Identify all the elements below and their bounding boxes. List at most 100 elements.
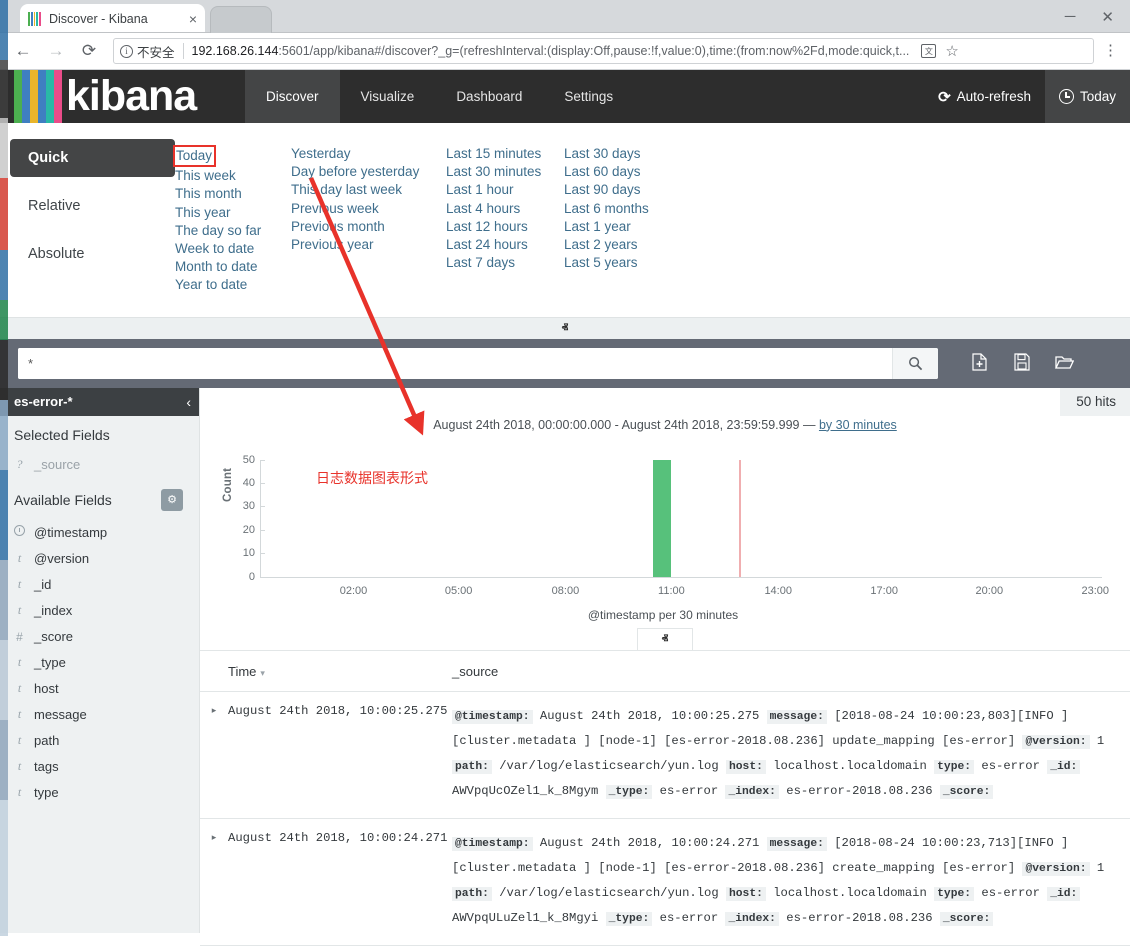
time-picker-button[interactable]: Today <box>1045 70 1130 123</box>
field-score[interactable]: # _score <box>0 624 199 650</box>
tab-discover[interactable]: Discover <box>245 70 340 123</box>
kibana-favicon-icon <box>28 12 42 26</box>
quick-range-last-12-hours[interactable]: Last 12 hours <box>446 218 564 236</box>
search-box[interactable] <box>18 348 938 379</box>
save-icon[interactable] <box>1013 353 1030 374</box>
quick-range-last-2-years[interactable]: Last 2 years <box>564 236 714 254</box>
field-message[interactable]: t message <box>0 702 199 728</box>
quick-range-last-6-months[interactable]: Last 6 months <box>564 200 714 218</box>
field-value: AWVpqULuZel1_k_8Mgyi <box>452 911 598 925</box>
quick-range-yesterday[interactable]: Yesterday <box>291 145 446 163</box>
query-bar-actions <box>971 353 1074 374</box>
index-pattern-name: es-error-* <box>14 394 73 409</box>
quick-range-last-30-minutes[interactable]: Last 30 minutes <box>446 163 564 181</box>
minimize-icon[interactable]: ─ <box>1065 8 1076 25</box>
quick-range-previous-week[interactable]: Previous week <box>291 200 446 218</box>
quick-range-previous-month[interactable]: Previous month <box>291 218 446 236</box>
chart-bar[interactable] <box>653 460 672 577</box>
auto-refresh-button[interactable]: ⟳ Auto-refresh <box>924 70 1045 123</box>
index-pattern-selector[interactable]: es-error-* ‹ <box>0 388 199 416</box>
back-icon[interactable]: ← <box>8 36 38 66</box>
field-value: es-error-2018.08.236 <box>786 784 932 798</box>
quick-range-this-day-last-week[interactable]: This day last week <box>291 181 446 199</box>
close-window-icon[interactable]: ✕ <box>1101 8 1114 26</box>
chart-y-axis-label: Count <box>222 467 234 501</box>
kibana-wordmark: kibana <box>66 75 196 118</box>
sidebar-collapse-icon[interactable]: ‹ <box>186 394 191 410</box>
address-bar[interactable]: i 不安全 192.168.26.144:5601/app/kibana#/di… <box>113 38 1094 64</box>
doc-table-collapse-button[interactable]: ⱏ <box>637 628 693 650</box>
quick-range-this-week[interactable]: This week <box>175 167 291 185</box>
row-time: August 24th 2018, 10:00:25.275 <box>228 704 452 804</box>
site-security-badge[interactable]: i 不安全 <box>120 42 175 61</box>
column-header-time[interactable]: Time▾ <box>200 664 452 679</box>
time-mode-absolute[interactable]: Absolute <box>10 235 175 273</box>
field-id[interactable]: t _id <box>0 572 199 598</box>
table-row[interactable]: ▸ August 24th 2018, 10:00:25.275 @timest… <box>200 692 1130 819</box>
field-index-label: _index <box>34 603 72 618</box>
tab-visualize[interactable]: Visualize <box>340 70 436 123</box>
chrome-menu-icon[interactable]: ⋮ <box>1099 47 1122 55</box>
quick-range-this-month[interactable]: This month <box>175 185 291 203</box>
quick-range-last-90-days[interactable]: Last 90 days <box>564 181 714 199</box>
field-type-meta[interactable]: t _type <box>0 650 199 676</box>
translate-icon[interactable]: 文 <box>921 44 936 58</box>
browser-tab[interactable]: Discover - Kibana × <box>20 4 205 33</box>
field-tags[interactable]: t tags <box>0 754 199 780</box>
time-mode-quick[interactable]: Quick <box>10 139 175 177</box>
open-icon[interactable] <box>1055 354 1074 373</box>
doc-table: Time▾ _source ▸ August 24th 2018, 10:00:… <box>200 650 1130 946</box>
interval-link[interactable]: by 30 minutes <box>819 418 897 432</box>
tab-dashboard[interactable]: Dashboard <box>435 70 543 123</box>
field-value: es-error <box>981 759 1040 773</box>
bookmark-star-icon[interactable]: ☆ <box>945 42 958 60</box>
quick-range-last-1-hour[interactable]: Last 1 hour <box>446 181 564 199</box>
time-mode-relative[interactable]: Relative <box>10 187 175 225</box>
field-id-label: _id <box>34 577 51 592</box>
field-path[interactable]: t path <box>0 728 199 754</box>
kibana-logo[interactable]: kibana <box>0 70 245 123</box>
quick-range-last-4-hours[interactable]: Last 4 hours <box>446 200 564 218</box>
row-expand-icon[interactable]: ▸ <box>200 831 228 931</box>
quick-range-today[interactable]: Today <box>173 145 216 167</box>
quick-range-last-1-year[interactable]: Last 1 year <box>564 218 714 236</box>
quick-range-last-5-years[interactable]: Last 5 years <box>564 254 714 272</box>
unknown-type-icon: ? <box>14 457 25 472</box>
quick-range-this-year[interactable]: This year <box>175 204 291 222</box>
new-search-icon[interactable] <box>971 353 988 374</box>
field-timestamp[interactable]: @timestamp <box>0 520 199 546</box>
quick-range-year-to-date[interactable]: Year to date <box>175 276 291 294</box>
time-picker-collapse-strip[interactable]: ⱏ <box>0 317 1130 339</box>
reload-icon[interactable]: ⟳ <box>74 36 104 66</box>
quick-range-month-to-date[interactable]: Month to date <box>175 258 291 276</box>
new-tab-button[interactable] <box>210 6 272 33</box>
table-row[interactable]: ▸ August 24th 2018, 10:00:24.271 @timest… <box>200 819 1130 946</box>
time-mode-quick-label: Quick <box>28 150 68 166</box>
quick-range-last-15-minutes[interactable]: Last 15 minutes <box>446 145 564 163</box>
field-key: _index: <box>725 785 778 799</box>
quick-range-week-to-date[interactable]: Week to date <box>175 240 291 258</box>
quick-range-last-24-hours[interactable]: Last 24 hours <box>446 236 564 254</box>
field-version[interactable]: t @version <box>0 546 199 572</box>
quick-range-the-day-so-far[interactable]: The day so far <box>175 222 291 240</box>
field-host[interactable]: t host <box>0 676 199 702</box>
row-expand-icon[interactable]: ▸ <box>200 704 228 804</box>
field-type[interactable]: t type <box>0 780 199 806</box>
gear-icon[interactable]: ⚙ <box>161 489 183 511</box>
quick-range-last-60-days[interactable]: Last 60 days <box>564 163 714 181</box>
field-key: _index: <box>725 912 778 926</box>
floppy-glyph <box>1013 353 1030 371</box>
time-picker-label: Today <box>1080 89 1116 104</box>
quick-range-previous-year[interactable]: Previous year <box>291 236 446 254</box>
tab-settings[interactable]: Settings <box>543 70 634 123</box>
quick-range-last-30-days[interactable]: Last 30 days <box>564 145 714 163</box>
search-icon[interactable] <box>892 348 938 379</box>
column-header-source[interactable]: _source <box>452 664 498 679</box>
forward-icon[interactable]: → <box>41 36 71 66</box>
search-input[interactable] <box>18 348 892 379</box>
tab-close-icon[interactable]: × <box>189 12 197 26</box>
quick-range-last-7-days[interactable]: Last 7 days <box>446 254 564 272</box>
field-source[interactable]: ? _source <box>0 452 199 478</box>
quick-range-day-before-yesterday[interactable]: Day before yesterday <box>291 163 446 181</box>
field-index[interactable]: t _index <box>0 598 199 624</box>
